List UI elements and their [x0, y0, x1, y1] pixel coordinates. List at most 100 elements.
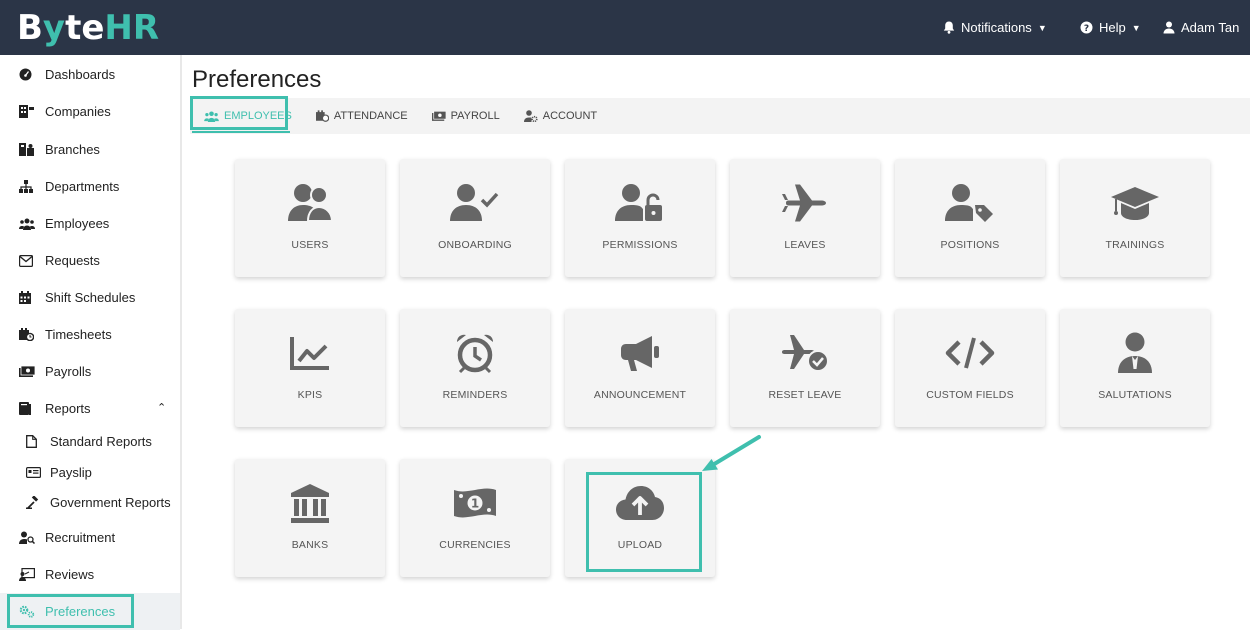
- card-label: CURRENCIES: [439, 539, 511, 551]
- user-tie-icon: [1117, 331, 1153, 375]
- user-cog-icon: [523, 110, 538, 122]
- sidebar-item-shift-schedules[interactable]: Shift Schedules: [0, 279, 180, 316]
- logo-letters-te: te: [65, 8, 105, 48]
- sidebar-item-preferences[interactable]: Preferences: [0, 593, 180, 630]
- card-kpis[interactable]: KPIS: [235, 309, 385, 427]
- alarm-clock-icon: [454, 331, 496, 375]
- calendar-clock-icon: [315, 110, 329, 122]
- logo-letter-y: y: [42, 8, 66, 48]
- sidebar-item-employees[interactable]: Employees: [0, 205, 180, 242]
- sidebar-item-label: Payrolls: [45, 364, 92, 379]
- book-icon: [19, 402, 45, 415]
- caret-down-icon: ▼: [1037, 22, 1047, 33]
- chevron-up-icon[interactable]: ⌃: [157, 401, 166, 414]
- sidebar-item-label: Shift Schedules: [45, 290, 136, 305]
- plane-check-icon: [780, 331, 830, 375]
- calendar-clock-icon: [19, 328, 45, 341]
- sidebar-item-label: Government Reports: [50, 494, 171, 510]
- user-check-icon: [450, 181, 500, 225]
- tab-employees[interactable]: EMPLOYEES: [204, 98, 292, 134]
- card-announcement[interactable]: ANNOUNCEMENT: [565, 309, 715, 427]
- money-icon: [431, 110, 446, 121]
- sidebar-item-label: Departments: [45, 179, 120, 194]
- sidebar-item-companies[interactable]: Companies: [0, 93, 180, 130]
- caret-down-icon: ▼: [1131, 22, 1141, 33]
- card-permissions[interactable]: PERMISSIONS: [565, 159, 715, 277]
- sidebar: Dashboards Companies Branches Department…: [0, 55, 182, 630]
- sidebar-item-reports[interactable]: Reports ⌃: [0, 390, 180, 427]
- sidebar-subitem-standard-reports[interactable]: Standard Reports: [0, 426, 180, 456]
- page-title: Preferences: [192, 66, 322, 93]
- sidebar-item-label: Companies: [45, 104, 111, 119]
- sidebar-item-recruitment[interactable]: Recruitment: [0, 519, 180, 556]
- top-navbar: ByteHR Notifications ▼ ? Help ▼ Adam Tan: [0, 0, 1250, 55]
- bell-icon: [943, 21, 955, 34]
- card-label: SALUTATIONS: [1098, 389, 1172, 401]
- sidebar-item-label: Recruitment: [45, 530, 116, 545]
- bullhorn-icon: [618, 331, 662, 375]
- card-reset-leave[interactable]: RESET LEAVE: [730, 309, 880, 427]
- card-label: KPIS: [297, 389, 323, 401]
- sidebar-item-label: Preferences: [45, 604, 116, 619]
- sitemap-icon: [19, 180, 45, 193]
- tab-payroll[interactable]: PAYROLL: [431, 98, 500, 134]
- cloud-upload-icon: [615, 481, 665, 525]
- card-currencies[interactable]: 1 CURRENCIES: [400, 459, 550, 577]
- tab-account[interactable]: ACCOUNT: [523, 98, 597, 134]
- cogs-icon: [19, 605, 45, 618]
- pointer-arrow-icon: [702, 435, 761, 471]
- tab-attendance[interactable]: ATTENDANCE: [315, 98, 408, 134]
- user-icon: [1163, 21, 1175, 34]
- card-banks[interactable]: BANKS: [235, 459, 385, 577]
- sidebar-item-reviews[interactable]: Reviews: [0, 556, 180, 593]
- card-positions[interactable]: POSITIONS: [895, 159, 1045, 277]
- card-upload[interactable]: UPLOAD: [565, 459, 715, 577]
- card-custom-fields[interactable]: CUSTOM FIELDS: [895, 309, 1045, 427]
- logo-letter-b: B: [17, 8, 43, 48]
- notifications-menu[interactable]: Notifications ▼: [943, 0, 1047, 55]
- card-label: TRAININGS: [1105, 239, 1165, 251]
- card-reminders[interactable]: REMINDERS: [400, 309, 550, 427]
- card-label: UPLOAD: [617, 539, 663, 551]
- sidebar-item-departments[interactable]: Departments: [0, 168, 180, 205]
- plane-icon: [782, 181, 828, 225]
- sidebar-item-label: Payslip: [50, 464, 92, 480]
- id-card-icon: [26, 466, 50, 478]
- card-label: CUSTOM FIELDS: [926, 389, 1014, 401]
- card-label: BANKS: [291, 539, 329, 551]
- sidebar-item-branches[interactable]: Branches: [0, 131, 180, 168]
- sidebar-item-dashboards[interactable]: Dashboards: [0, 56, 180, 93]
- dashboard-icon: [19, 68, 45, 81]
- graduation-cap-icon: [1109, 181, 1161, 225]
- card-trainings[interactable]: TRAININGS: [1060, 159, 1210, 277]
- sidebar-item-label: Requests: [45, 253, 100, 268]
- users-icon: [204, 110, 219, 122]
- sidebar-item-timesheets[interactable]: Timesheets: [0, 316, 180, 353]
- sidebar-item-requests[interactable]: Requests: [0, 242, 180, 279]
- app-logo[interactable]: ByteHR: [17, 8, 159, 48]
- user-search-icon: [19, 531, 45, 544]
- sidebar-subitem-payslip[interactable]: Payslip: [0, 457, 180, 487]
- sidebar-item-payrolls[interactable]: Payrolls: [0, 353, 180, 390]
- card-label: POSITIONS: [940, 239, 1000, 251]
- user-lock-icon: [615, 181, 665, 225]
- card-leaves[interactable]: LEAVES: [730, 159, 880, 277]
- user-name: Adam Tan: [1181, 20, 1240, 35]
- card-onboarding[interactable]: ONBOARDING: [400, 159, 550, 277]
- card-label: USERS: [291, 239, 329, 251]
- branches-icon: [19, 143, 45, 156]
- sidebar-subitem-government-reports[interactable]: Government Reports: [0, 487, 180, 517]
- money-bill-icon: 1: [452, 481, 498, 525]
- card-salutations[interactable]: SALUTATIONS: [1060, 309, 1210, 427]
- chalkboard-icon: [19, 568, 45, 581]
- card-label: ANNOUNCEMENT: [593, 389, 687, 401]
- gavel-icon: [26, 495, 50, 509]
- user-menu[interactable]: Adam Tan: [1163, 0, 1239, 55]
- card-label: ONBOARDING: [438, 239, 512, 251]
- users-icon: [19, 218, 45, 230]
- card-label: RESET LEAVE: [768, 389, 842, 401]
- tab-label: EMPLOYEES: [224, 110, 292, 122]
- card-users[interactable]: USERS: [235, 159, 385, 277]
- building-icon: [19, 105, 45, 118]
- help-menu[interactable]: ? Help ▼: [1080, 0, 1141, 55]
